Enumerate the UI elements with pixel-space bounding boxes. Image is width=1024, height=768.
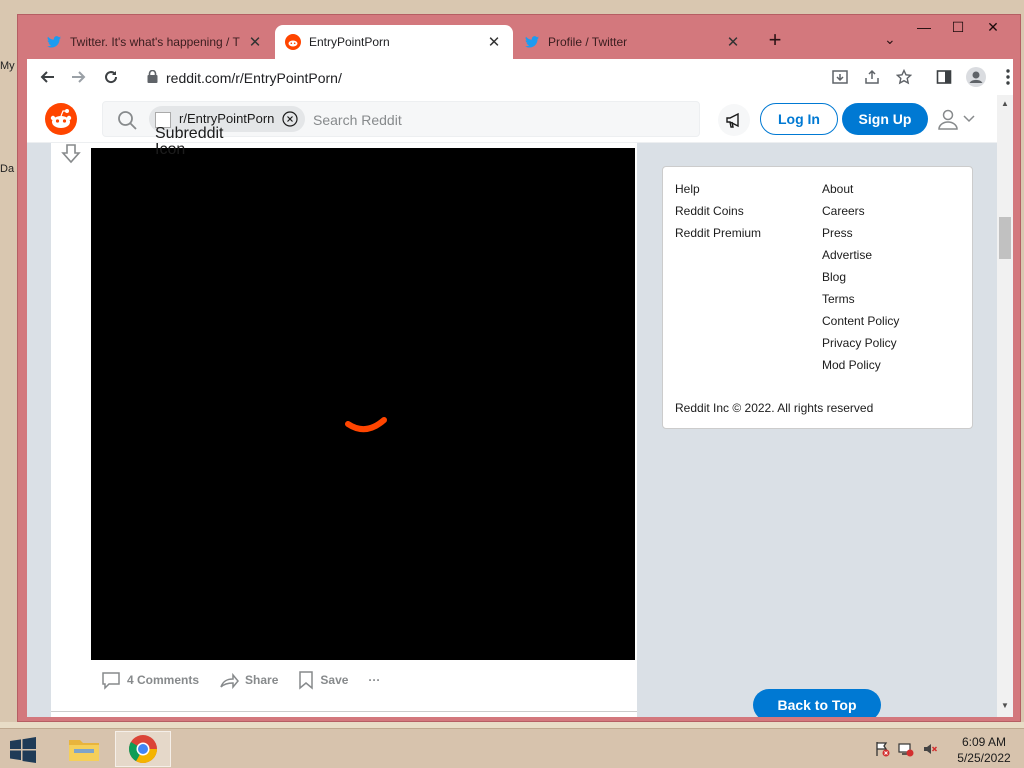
clock-time: 6:09 AM <box>961 735 1007 749</box>
browser-window: Twitter. It's what's happening / T ✕ Ent… <box>17 14 1021 722</box>
loading-spinner-icon <box>345 417 387 433</box>
network-icon[interactable] <box>898 741 914 757</box>
scrollbar-thumb[interactable] <box>999 217 1011 259</box>
menu-kebab-icon[interactable] <box>998 67 1018 87</box>
footer-link-help[interactable]: Help <box>675 181 761 203</box>
bookmark-icon <box>299 671 314 690</box>
footer-links-column: About Careers Press Advertise Blog Terms… <box>822 181 899 379</box>
share-arrow-icon <box>220 672 240 690</box>
save-label: Save <box>320 673 349 687</box>
footer-link-blog[interactable]: Blog <box>822 269 899 291</box>
footer-link-advertise[interactable]: Advertise <box>822 247 899 269</box>
comments-label: 4 Comments <box>127 673 200 687</box>
minimize-icon[interactable]: — <box>906 15 942 41</box>
save-button[interactable]: Save <box>298 670 348 690</box>
footer-link-careers[interactable]: Careers <box>822 203 899 225</box>
scroll-down-arrow-icon[interactable]: ▼ <box>1001 701 1009 710</box>
clock-date: 5/25/2022 <box>957 751 1011 765</box>
footer-link-about[interactable]: About <box>822 181 899 203</box>
tab-twitter-profile[interactable]: Profile / Twitter ✕ <box>514 25 752 59</box>
url-text: reddit.com/r/EntryPointPorn/ <box>166 70 342 86</box>
side-panel-icon[interactable] <box>934 67 954 87</box>
close-window-icon[interactable]: ✕ <box>970 15 1016 41</box>
search-bar[interactable]: r/EntryPointPorn Subreddit Icon <box>102 101 700 158</box>
comment-bubble-icon <box>102 672 120 690</box>
search-icon <box>117 110 137 135</box>
user-dropdown-button[interactable] <box>937 107 977 131</box>
windows-start-icon[interactable] <box>8 737 38 763</box>
more-options-button[interactable]: ··· <box>368 673 380 687</box>
post-actions-bar: 4 Comments Share Save ··· <box>101 665 400 695</box>
footer-link-terms[interactable]: Terms <box>822 291 899 313</box>
taskbar: 6:09 AM 5/25/2022 <box>0 728 1024 768</box>
advertise-megaphone-icon[interactable] <box>718 104 750 136</box>
video-player[interactable] <box>91 148 635 660</box>
back-to-top-button[interactable]: Back to Top <box>753 689 881 717</box>
footer-link-content-policy[interactable]: Content Policy <box>822 313 899 335</box>
lock-icon <box>147 69 158 88</box>
forward-arrow-icon[interactable] <box>67 65 91 89</box>
new-tab-button[interactable]: + <box>763 29 787 53</box>
tab-strip: Twitter. It's what's happening / T ✕ Ent… <box>18 15 1022 59</box>
chrome-icon[interactable] <box>115 731 171 767</box>
desktop-icon-label: Da <box>0 163 15 175</box>
tab-title: EntryPointPorn <box>309 35 390 49</box>
reload-icon[interactable] <box>99 65 123 89</box>
footer-link-press[interactable]: Press <box>822 225 899 247</box>
more-options-icon: ··· <box>368 673 381 687</box>
close-tab-icon[interactable]: ✕ <box>246 33 264 51</box>
share-icon[interactable] <box>862 67 882 87</box>
reddit-header: r/EntryPointPorn Subreddit Icon Log In S… <box>27 95 997 158</box>
subreddit-search-chip[interactable]: r/EntryPointPorn Subreddit Icon <box>149 106 305 158</box>
close-tab-icon[interactable]: ✕ <box>724 33 742 51</box>
browser-toolbar: reddit.com/r/EntryPointPorn/ <box>27 59 1013 95</box>
copyright-text: Reddit Inc © 2022. All rights reserved <box>675 401 874 415</box>
sign-up-button[interactable]: Sign Up <box>842 103 928 135</box>
footer-link-privacy-policy[interactable]: Privacy Policy <box>822 335 899 357</box>
reddit-logo-icon[interactable] <box>45 103 77 135</box>
downvote-arrow-icon[interactable] <box>61 143 83 165</box>
file-explorer-icon[interactable] <box>56 731 112 767</box>
subreddit-icon-alt-text: Subreddit Icon <box>155 126 224 158</box>
clear-chip-icon[interactable] <box>282 111 298 127</box>
footer-link-mod-policy[interactable]: Mod Policy <box>822 357 899 379</box>
search-input[interactable] <box>313 109 693 131</box>
bookmark-star-icon[interactable] <box>894 67 914 87</box>
user-icon <box>938 109 958 130</box>
scroll-up-arrow-icon[interactable]: ▲ <box>1001 99 1009 108</box>
twitter-bird-icon <box>46 34 62 50</box>
tab-title: Twitter. It's what's happening / T <box>70 35 240 49</box>
volume-muted-icon[interactable] <box>922 741 938 757</box>
tab-title: Profile / Twitter <box>548 35 628 49</box>
back-arrow-icon[interactable] <box>35 65 59 89</box>
page-viewport: 4 Comments Share Save ··· r/EntryPointPo… <box>27 95 1013 717</box>
comments-button[interactable]: 4 Comments <box>101 670 199 690</box>
reddit-icon <box>285 34 301 50</box>
chevron-down-icon <box>963 115 975 123</box>
log-in-button[interactable]: Log In <box>760 103 838 135</box>
desktop-icon-label: My <box>0 60 15 72</box>
post-card: 4 Comments Share Save ··· <box>51 143 637 713</box>
tab-search-chevron-icon[interactable]: ⌄ <box>884 31 896 48</box>
page-scrollbar[interactable]: ▲ ▼ <box>997 95 1013 717</box>
profile-avatar-icon[interactable] <box>966 67 986 87</box>
share-button[interactable]: Share <box>219 670 278 690</box>
system-clock[interactable]: 6:09 AM 5/25/2022 <box>948 734 1020 766</box>
next-post-card <box>51 711 637 717</box>
twitter-bird-icon <box>524 34 540 50</box>
chip-label: r/EntryPointPorn <box>179 111 275 126</box>
close-tab-icon[interactable]: ✕ <box>485 33 503 51</box>
tab-entrypointporn[interactable]: EntryPointPorn ✕ <box>275 25 513 59</box>
footer-links-column: Help Reddit Coins Reddit Premium <box>675 181 761 247</box>
address-bar[interactable]: reddit.com/r/EntryPointPorn/ <box>135 63 815 91</box>
sidebar-footer-card: Help Reddit Coins Reddit Premium About C… <box>662 166 973 429</box>
install-icon[interactable] <box>830 67 850 87</box>
footer-link-coins[interactable]: Reddit Coins <box>675 203 761 225</box>
action-center-flag-icon[interactable] <box>874 741 890 757</box>
share-label: Share <box>245 673 279 687</box>
footer-link-premium[interactable]: Reddit Premium <box>675 225 761 247</box>
tab-twitter-home[interactable]: Twitter. It's what's happening / T ✕ <box>36 25 274 59</box>
